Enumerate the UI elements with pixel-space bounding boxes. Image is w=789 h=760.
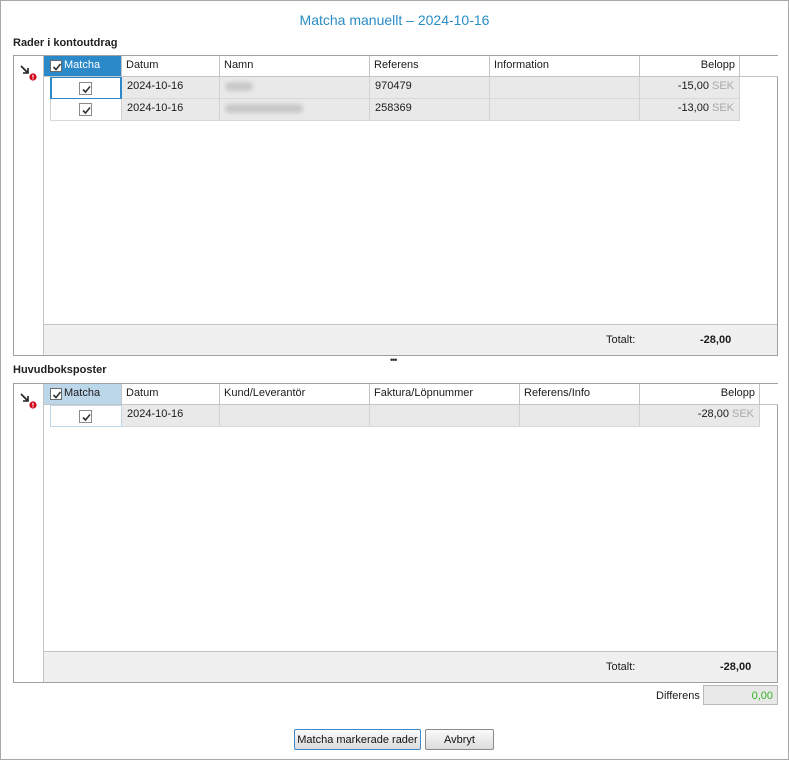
statement-header-match[interactable]: Matcha xyxy=(44,56,122,77)
splitter-grip-icon[interactable]: ••• xyxy=(390,355,398,365)
statement-header-reference[interactable]: Referens xyxy=(370,56,490,77)
statement-row-2-date: 2024-10-16 xyxy=(122,99,220,121)
checkmark-icon xyxy=(82,85,91,94)
statement-header-date[interactable]: Datum xyxy=(122,56,220,77)
ledger-header-match[interactable]: Matcha xyxy=(44,384,122,405)
ledger-header-filler xyxy=(760,384,778,405)
manual-match-dialog: Matcha manuellt – 2024-10-16 Rader i kon… xyxy=(0,0,789,760)
ledger-header-party[interactable]: Kund/Leverantör xyxy=(220,384,370,405)
statement-total-footer: Totalt: -28,00 xyxy=(44,324,777,355)
statement-row-2-amount: -13,00 SEK xyxy=(640,99,740,121)
ledger-header-invoice[interactable]: Faktura/Löpnummer xyxy=(370,384,520,405)
statement-header-name[interactable]: Namn xyxy=(220,56,370,77)
amount-value: -13,00 xyxy=(677,102,709,114)
statement-total-value: -28,00 xyxy=(700,334,732,346)
ledger-row-1-amount: -28,00 SEK xyxy=(640,405,760,427)
ledger-row-1-party xyxy=(220,405,370,427)
statement-header-amount[interactable]: Belopp xyxy=(640,56,740,77)
checkmark-icon xyxy=(82,106,91,115)
arrow-warning-icon xyxy=(20,65,37,81)
ledger-grid-panel: Matcha Datum Kund/Leverantör Faktura/Löp… xyxy=(13,383,778,683)
row-checkbox[interactable] xyxy=(79,103,92,116)
ledger-row-1-ref-info xyxy=(520,405,640,427)
ledger-total-value: -28,00 xyxy=(720,661,752,673)
statement-grid-panel: Matcha Datum Namn Referens Information B… xyxy=(13,55,778,356)
statement-total-label: Totalt: xyxy=(606,334,636,346)
ledger-header-date[interactable]: Datum xyxy=(122,384,220,405)
ledger-row-header-column xyxy=(14,384,44,682)
checkmark-icon xyxy=(82,413,91,422)
row-checkbox[interactable] xyxy=(79,410,92,423)
ledger-row-1-invoice xyxy=(370,405,520,427)
checkmark-icon xyxy=(52,63,62,71)
arrow-warning-icon xyxy=(20,393,37,409)
statement-row-1-date: 2024-10-16 xyxy=(122,77,220,99)
statement-row-1-name xyxy=(220,77,370,99)
difference-label: Differens xyxy=(656,690,700,702)
statement-row-1-match-cell[interactable] xyxy=(50,77,122,99)
statement-header-filler xyxy=(740,56,778,77)
ledger-row-1-date: 2024-10-16 xyxy=(122,405,220,427)
statement-row-2-information xyxy=(490,99,640,121)
match-selected-button[interactable]: Matcha markerade rader xyxy=(294,729,421,750)
statement-row-2-reference: 258369 xyxy=(370,99,490,121)
statement-section-label: Rader i kontoutdrag xyxy=(13,37,118,49)
currency-label: SEK xyxy=(711,102,734,114)
row-checkbox[interactable] xyxy=(79,82,92,95)
ledger-total-footer: Totalt: -28,00 xyxy=(44,651,777,682)
cancel-button[interactable]: Avbryt xyxy=(425,729,494,750)
ledger-section-label: Huvudboksposter xyxy=(13,364,107,376)
checkmark-icon xyxy=(52,391,62,399)
amount-value: -15,00 xyxy=(677,80,709,92)
statement-row-1-information xyxy=(490,77,640,99)
difference-value: 0,00 xyxy=(703,685,778,705)
ledger-header-amount[interactable]: Belopp xyxy=(640,384,760,405)
redacted-name xyxy=(225,82,253,91)
ledger-header-ref-info[interactable]: Referens/Info xyxy=(520,384,640,405)
statement-row-1-reference: 970479 xyxy=(370,77,490,99)
statement-row-1-amount: -15,00 SEK xyxy=(640,77,740,99)
ledger-row-1-match-cell[interactable] xyxy=(50,405,122,427)
select-all-checkbox[interactable] xyxy=(50,60,62,72)
statement-header-information[interactable]: Information xyxy=(490,56,640,77)
currency-label: SEK xyxy=(731,408,754,420)
statement-row-2-name xyxy=(220,99,370,121)
redacted-name xyxy=(225,104,303,113)
dialog-title: Matcha manuellt – 2024-10-16 xyxy=(299,12,490,28)
currency-label: SEK xyxy=(711,80,734,92)
column-label: Matcha xyxy=(64,59,101,71)
statement-row-header-column xyxy=(14,56,44,355)
select-all-checkbox[interactable] xyxy=(50,388,62,400)
amount-value: -28,00 xyxy=(697,408,729,420)
ledger-total-label: Totalt: xyxy=(606,661,636,673)
column-label: Matcha xyxy=(64,387,101,399)
statement-row-2-match-cell[interactable] xyxy=(50,99,122,121)
